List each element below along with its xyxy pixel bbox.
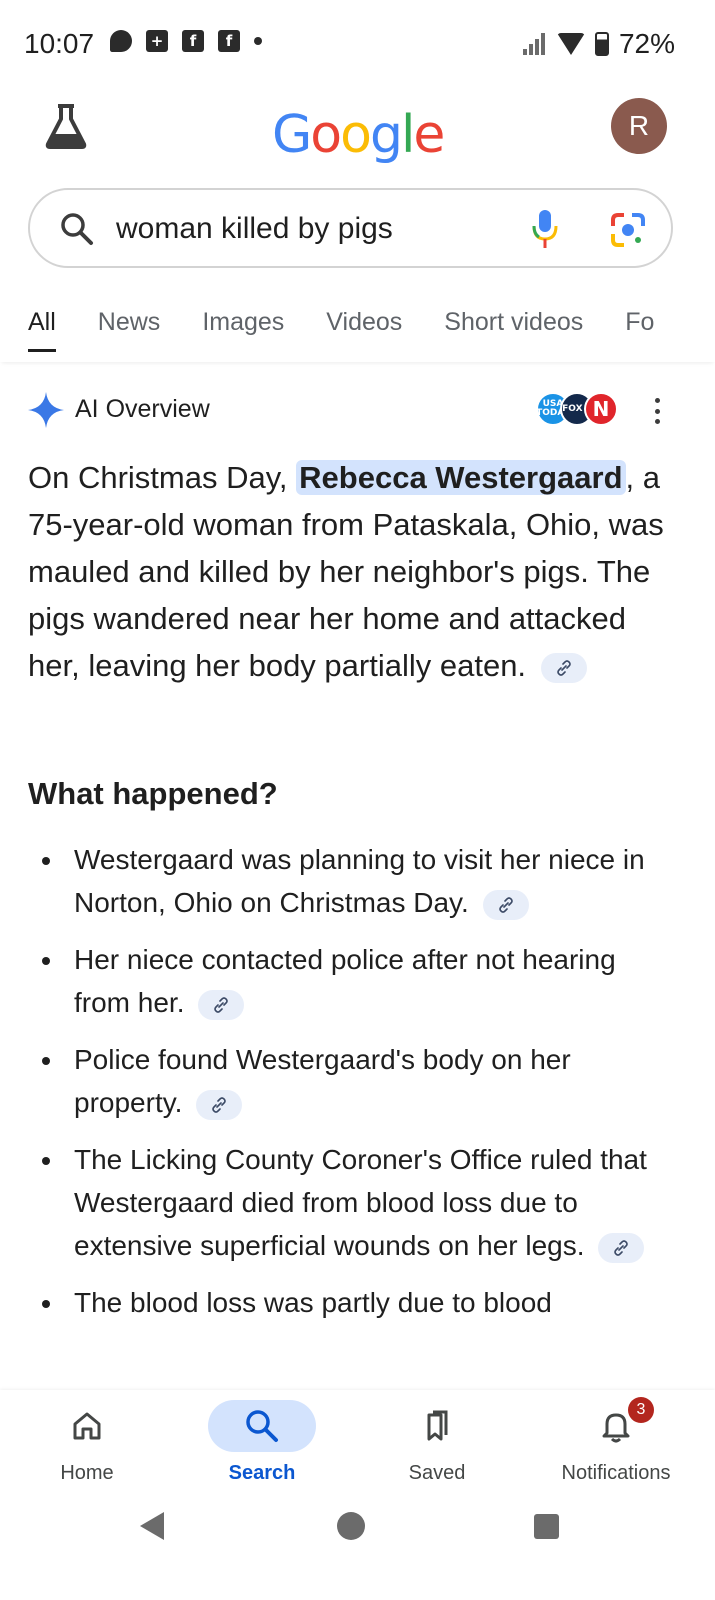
nav-search-pill — [208, 1400, 316, 1452]
lens-icon[interactable] — [610, 212, 646, 253]
summary-highlight: Rebecca Westergaard — [296, 460, 626, 495]
citation-link-icon[interactable] — [196, 1089, 243, 1120]
ai-overview-title: AI Overview — [75, 395, 210, 423]
nav-home[interactable]: Home — [17, 1390, 157, 1500]
nav-home-label: Home — [60, 1462, 114, 1484]
system-navigation-bar — [0, 1500, 715, 1600]
citation-link-icon[interactable] — [482, 889, 529, 920]
list-item-text: Police found Westergaard's body on her p… — [74, 1044, 571, 1118]
status-time: 10:07 — [24, 28, 95, 59]
nav-search-label: Search — [228, 1462, 296, 1484]
labs-flask-icon[interactable] — [44, 103, 88, 154]
home-icon — [73, 1412, 101, 1440]
recents-icon[interactable] — [534, 1514, 559, 1539]
source-n-icon[interactable]: N — [584, 392, 618, 426]
google-logo: Google — [272, 105, 445, 165]
list-item-text: Her niece contacted police after not hea… — [74, 944, 616, 1018]
back-icon[interactable] — [140, 1512, 164, 1540]
list-item: The blood loss was partly due to blood — [28, 1281, 673, 1324]
dot-icon — [254, 37, 262, 45]
search-tabs: All News Images Videos Short videos Fo — [0, 300, 715, 362]
status-system-icons: 72% — [522, 28, 675, 60]
bell-icon — [602, 1413, 630, 1443]
search-icon — [246, 1410, 278, 1442]
notification-badge: 3 — [628, 1397, 654, 1423]
tab-forums[interactable]: Fo — [625, 300, 654, 362]
list-item-text: The blood loss was partly due to blood — [74, 1287, 552, 1318]
tab-news[interactable]: News — [98, 300, 161, 362]
nav-search[interactable]: Search — [192, 1390, 332, 1500]
header: Google R — [0, 95, 715, 175]
signal-icon — [522, 33, 547, 55]
source-favicons[interactable]: USA TODAY FOX 9 N — [536, 390, 626, 428]
citation-link-icon[interactable] — [198, 989, 245, 1020]
status-bar: 10:07 + f f 72% — [0, 0, 715, 90]
tab-images[interactable]: Images — [202, 300, 284, 362]
status-notification-icons: + f f — [110, 30, 262, 52]
ai-overview-header: AI Overview USA TODAY FOX 9 N — [28, 390, 688, 430]
avatar[interactable]: R — [611, 98, 667, 154]
bookmark-icon — [427, 1410, 448, 1441]
nav-notifications-pill: 3 — [562, 1397, 670, 1452]
nav-saved[interactable]: Saved — [367, 1390, 507, 1500]
mic-icon[interactable] — [530, 208, 560, 255]
list-item-text: The Licking County Coroner's Office rule… — [74, 1144, 647, 1261]
list-item: The Licking County Coroner's Office rule… — [28, 1138, 673, 1267]
nav-notifications[interactable]: 3 Notifications — [542, 1390, 690, 1500]
wifi-icon — [556, 33, 585, 55]
battery-icon — [594, 32, 609, 56]
plus-icon: + — [146, 30, 168, 52]
facebook-icon: f — [182, 30, 204, 52]
bottom-navigation: Home Search Saved 3 Notifications — [0, 1390, 715, 1500]
nav-notifications-label: Notifications — [561, 1462, 671, 1484]
list-item: Police found Westergaard's body on her p… — [28, 1038, 673, 1124]
list-item: Westergaard was planning to visit her ni… — [28, 838, 673, 924]
tab-all[interactable]: All — [28, 300, 56, 362]
list-item-text: Westergaard was planning to visit her ni… — [74, 844, 645, 918]
more-options-icon[interactable] — [654, 398, 660, 424]
summary-text-start: On Christmas Day, — [28, 460, 297, 495]
tab-short-videos[interactable]: Short videos — [444, 300, 583, 362]
citation-link-icon[interactable] — [598, 1232, 645, 1263]
nav-saved-label: Saved — [408, 1462, 466, 1484]
ai-overview-summary: On Christmas Day, Rebecca Westergaard, a… — [28, 454, 668, 689]
tab-videos[interactable]: Videos — [326, 300, 402, 362]
list-item: Her niece contacted police after not hea… — [28, 938, 673, 1024]
search-input[interactable]: woman killed by pigs — [28, 188, 673, 268]
sparkle-icon — [28, 392, 64, 433]
message-icon — [110, 30, 132, 52]
search-query[interactable]: woman killed by pigs — [116, 212, 393, 246]
bullet-list: Westergaard was planning to visit her ni… — [28, 838, 673, 1338]
facebook-icon: f — [218, 30, 240, 52]
system-home-icon[interactable] — [337, 1512, 365, 1540]
nav-saved-pill — [383, 1400, 491, 1452]
search-icon — [60, 212, 94, 251]
citation-link-icon[interactable] — [540, 652, 587, 683]
section-title: What happened? — [28, 776, 278, 811]
battery-percent: 72% — [618, 28, 675, 59]
nav-home-pill — [33, 1400, 141, 1452]
